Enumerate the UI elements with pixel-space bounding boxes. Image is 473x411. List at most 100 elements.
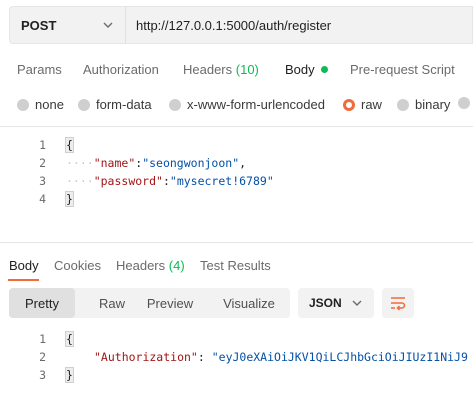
tab-label: Pre-request Script bbox=[350, 62, 455, 77]
radio-x-www-form-urlencoded[interactable]: x-www-form-urlencoded bbox=[169, 97, 325, 112]
response-tab-body[interactable]: Body bbox=[9, 258, 39, 273]
headers-count: (4) bbox=[168, 258, 185, 273]
json-colon: : bbox=[197, 350, 212, 364]
json-value: "seongwonjoon" bbox=[142, 156, 240, 170]
tab-label: Headers bbox=[183, 62, 233, 77]
request-tabs: Params Authorization Headers (10) Body P… bbox=[0, 56, 473, 84]
line-number: 2 bbox=[39, 350, 46, 364]
button-label: Pretty bbox=[25, 295, 59, 311]
tab-params[interactable]: Params bbox=[17, 62, 62, 77]
code-line: 2 ····"name":"seongwonjoon", bbox=[0, 154, 246, 172]
code-text: } bbox=[65, 191, 74, 207]
radio-label: x-www-form-urlencoded bbox=[187, 97, 325, 112]
button-label: Visualize bbox=[223, 295, 275, 311]
radio-none[interactable]: none bbox=[17, 97, 64, 112]
json-comma: , bbox=[239, 156, 247, 170]
green-dot-icon bbox=[320, 66, 328, 74]
line-number: 3 bbox=[39, 174, 46, 188]
json-colon: : bbox=[162, 174, 170, 188]
close-brace: } bbox=[65, 367, 74, 383]
button-label: Preview bbox=[146, 295, 194, 311]
close-brace: } bbox=[65, 191, 74, 207]
radio-label: binary bbox=[415, 97, 451, 112]
radio-binary[interactable]: binary bbox=[397, 97, 450, 112]
code-line: 1 { bbox=[0, 330, 74, 348]
wrap-lines-button[interactable] bbox=[382, 288, 414, 318]
tab-body[interactable]: Body bbox=[285, 62, 328, 77]
json-value: "eyJ0eXAiOiJKV1QiLCJhbGciOiJIUzI1NiJ9 bbox=[211, 350, 468, 364]
code-line: 3 ····"password":"mysecret!6789" bbox=[0, 172, 274, 190]
radio-label: form-data bbox=[96, 97, 152, 112]
response-body-viewer[interactable]: 1 { 2 "Authorization": "eyJ0eXAiOiJKV1Qi… bbox=[0, 330, 473, 390]
button-label: Raw bbox=[98, 295, 125, 311]
json-key: "name" bbox=[93, 156, 136, 170]
radio-circle-icon bbox=[458, 97, 470, 109]
radio-circle-icon bbox=[78, 98, 90, 111]
line-number: 1 bbox=[39, 332, 46, 346]
line-number: 4 bbox=[39, 192, 46, 206]
tab-headers[interactable]: Headers (10) bbox=[183, 62, 259, 77]
url-text: http://127.0.0.1:5000/auth/register bbox=[136, 17, 332, 33]
code-line: 1 { bbox=[0, 136, 74, 154]
chevron-down-icon bbox=[352, 300, 362, 306]
json-key: "Authorization" bbox=[94, 350, 198, 364]
divider bbox=[0, 242, 473, 243]
radio-selected-icon bbox=[343, 98, 355, 111]
divider bbox=[0, 126, 473, 127]
indent-guide: ···· bbox=[66, 174, 94, 188]
body-type-options: none form-data x-www-form-urlencoded raw… bbox=[0, 94, 473, 116]
tab-authorization[interactable]: Authorization bbox=[83, 62, 159, 77]
code-text: "Authorization": "eyJ0eXAiOiJKV1QiLCJhbG… bbox=[94, 350, 468, 364]
radio-circle-icon bbox=[17, 98, 29, 111]
tab-label: Body bbox=[285, 62, 315, 77]
active-tab-indicator bbox=[8, 279, 39, 281]
method-select[interactable]: POST bbox=[9, 6, 125, 44]
tab-label: Body bbox=[9, 258, 39, 273]
line-number: 2 bbox=[39, 156, 46, 170]
response-tabs: Body Cookies Headers (4) Test Results bbox=[0, 254, 473, 280]
headers-count: (10) bbox=[235, 62, 259, 77]
wrap-lines-icon bbox=[391, 297, 406, 311]
radio-circle-icon bbox=[397, 98, 409, 111]
tab-label: Headers bbox=[116, 258, 166, 273]
radio-label: raw bbox=[361, 97, 382, 112]
json-value: "mysecret!6789" bbox=[169, 174, 274, 188]
code-text: ····"password":"mysecret!6789" bbox=[66, 174, 274, 188]
response-tab-cookies[interactable]: Cookies bbox=[54, 258, 101, 273]
line-number: 1 bbox=[39, 138, 46, 152]
code-text: ····"name":"seongwonjoon", bbox=[66, 156, 246, 170]
response-tab-headers[interactable]: Headers (4) bbox=[116, 258, 185, 273]
tab-label: Cookies bbox=[54, 258, 101, 273]
tab-label: Params bbox=[17, 62, 62, 77]
line-number: 3 bbox=[39, 368, 46, 382]
open-brace: { bbox=[65, 331, 74, 347]
radio-form-data[interactable]: form-data bbox=[78, 97, 152, 112]
code-text: } bbox=[65, 367, 74, 383]
code-text: { bbox=[65, 331, 74, 347]
response-tab-test-results[interactable]: Test Results bbox=[200, 258, 271, 273]
request-body-editor[interactable]: 1 { 2 ····"name":"seongwonjoon", 3 ····"… bbox=[0, 136, 473, 236]
method-label: POST bbox=[21, 17, 57, 33]
json-key: "password" bbox=[93, 174, 163, 188]
radio-raw[interactable]: raw bbox=[343, 97, 382, 112]
view-visualize-button[interactable]: Visualize bbox=[216, 288, 282, 318]
code-line: 2 "Authorization": "eyJ0eXAiOiJKV1QiLCJh… bbox=[0, 348, 468, 366]
tab-label: Authorization bbox=[83, 62, 159, 77]
view-pretty-button[interactable]: Pretty bbox=[9, 288, 75, 318]
url-input[interactable]: http://127.0.0.1:5000/auth/register bbox=[125, 6, 473, 44]
code-line: 3 } bbox=[0, 366, 74, 384]
radio-circle-icon bbox=[169, 98, 181, 111]
code-text: { bbox=[65, 137, 74, 153]
tab-label: Test Results bbox=[200, 258, 271, 273]
indent-guide: ···· bbox=[66, 156, 94, 170]
format-select[interactable]: JSON bbox=[298, 288, 374, 318]
request-url-bar: POST http://127.0.0.1:5000/auth/register bbox=[9, 6, 473, 44]
chevron-down-icon bbox=[103, 22, 113, 28]
open-brace: { bbox=[65, 137, 74, 153]
radio-graphql[interactable] bbox=[458, 97, 473, 109]
view-preview-button[interactable]: Preview bbox=[135, 288, 205, 318]
radio-label: none bbox=[35, 97, 64, 112]
code-line: 4 } bbox=[0, 190, 74, 208]
format-label: JSON bbox=[309, 296, 342, 310]
tab-pre-request-script[interactable]: Pre-request Script bbox=[350, 62, 455, 77]
